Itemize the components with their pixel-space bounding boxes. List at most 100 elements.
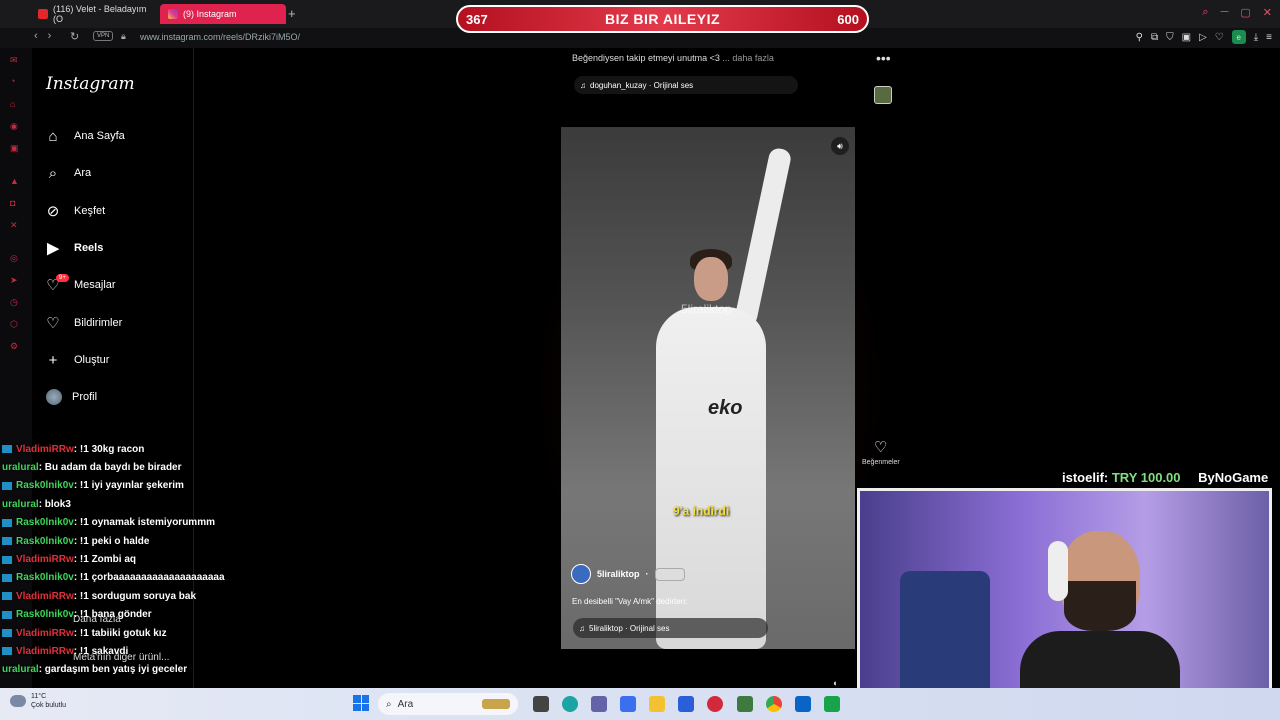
player-figure: eko [656, 146, 793, 649]
messenger-icon[interactable]: ✉ [10, 55, 18, 66]
history-icon[interactable]: ◔ [10, 76, 15, 86]
nav-label: Profil [72, 391, 98, 403]
teams-icon[interactable] [591, 696, 607, 712]
heart-icon[interactable]: ♡ [1215, 32, 1224, 43]
settings-icon[interactable]: ⚙ [10, 341, 18, 352]
search-icon: ⌕ [48, 164, 58, 182]
author-name[interactable]: 5liraliktop [597, 569, 640, 579]
chrome-icon[interactable] [766, 696, 782, 712]
volume-icon[interactable]: 🔊︎ [831, 137, 849, 155]
aria-icon[interactable]: ▲ [10, 176, 19, 186]
window-controls: ⌕ ─ ▢ ✕ [1202, 6, 1272, 19]
app-icon[interactable] [824, 696, 840, 712]
weather-widget[interactable]: 11°C Çok bulutlu [10, 692, 66, 710]
volume-icon[interactable]: ◖ [832, 678, 837, 688]
tab-instagram[interactable]: (9) Instagram [160, 4, 286, 24]
chat-text: : !1 sordugum soruya bak [73, 590, 197, 602]
search-highlight-icon [482, 699, 510, 709]
nav-create[interactable]: + Oluştur [44, 347, 110, 373]
youtube-icon [38, 9, 48, 19]
reels-icon: ▶ [47, 240, 59, 257]
menu-icon[interactable]: ≡ [1266, 32, 1272, 43]
store-icon[interactable] [678, 696, 694, 712]
snapshot-icon[interactable]: ⧉ [1151, 32, 1158, 43]
forward-icon[interactable]: › [48, 30, 52, 42]
x-icon[interactable]: ✕ [10, 220, 18, 231]
twitch-badge-icon [2, 481, 12, 490]
vpn-badge[interactable]: VPN [93, 31, 114, 41]
shield-icon[interactable]: ⛉ [1166, 32, 1174, 43]
clock-icon[interactable]: ◷ [10, 297, 18, 308]
follow-button[interactable]: Takip [654, 567, 685, 581]
twitch-badge-icon [2, 629, 12, 638]
back-icon[interactable]: ‹ [34, 30, 38, 42]
more-link[interactable]: ... daha fazla [722, 53, 774, 63]
nav-search[interactable]: ⌕ Ara [44, 160, 91, 186]
lock-icon[interactable]: 🔒︎ [121, 31, 126, 42]
twitch-badge-icon [2, 592, 12, 601]
twitch-badge-icon [2, 518, 12, 527]
search-icon[interactable]: ⌕ [1202, 6, 1208, 19]
minimize-icon[interactable]: ─ [1221, 6, 1229, 19]
task-view-icon[interactable] [533, 696, 549, 712]
avatar[interactable] [46, 389, 62, 405]
taskbar-search[interactable]: ⌕ Ara [378, 693, 518, 715]
tv-icon[interactable]: ▣ [10, 143, 19, 154]
nav-profile[interactable]: Profil [72, 384, 97, 410]
extension-e[interactable]: e [1231, 30, 1246, 44]
box-icon[interactable]: ▣ [1182, 32, 1191, 43]
nav-messages[interactable]: ♡ Mesajlar [44, 272, 115, 298]
nav-buttons: ‹ › [34, 30, 51, 42]
like-icon[interactable]: ♡ [874, 438, 887, 456]
likes-label: Beğenmeler [862, 459, 900, 466]
reel-audio-pill[interactable]: ♫ 5liraliktop · Orijinal ses [573, 618, 768, 638]
audio-label: 5liraliktop · Orijinal ses [589, 623, 670, 633]
nav-home[interactable]: ⌂ Ana Sayfa [44, 123, 125, 149]
author-avatar[interactable] [571, 564, 591, 584]
reload-icon[interactable]: ↻ [70, 30, 79, 43]
chat-icon[interactable]: ◉ [10, 121, 18, 132]
nav-notifications[interactable]: ♡ Bildirimler [44, 310, 122, 336]
donation-extra: ByNoGame [1198, 470, 1269, 485]
outlook-icon[interactable] [795, 696, 811, 712]
audio-thumbnail[interactable] [874, 86, 892, 104]
start-button[interactable] [353, 695, 369, 711]
chat-username: VladimiRRw [16, 554, 74, 566]
chat-text: : !1 Zombi aq [73, 554, 137, 566]
nav-reels[interactable]: ▶ Reels [44, 235, 103, 261]
tab-youtube[interactable]: (116) Velet - Beladayım (O [30, 4, 158, 24]
nav-explore[interactable]: ⊘ Keşfet [44, 198, 105, 224]
cloud-icon [10, 695, 26, 707]
twitch-badge-icon [2, 610, 12, 619]
cube-icon[interactable]: ⬡ [10, 319, 18, 330]
opera-icon[interactable] [707, 696, 723, 712]
bag-icon[interactable]: ⌂ [10, 99, 15, 109]
send-icon[interactable]: ➤ [10, 275, 18, 286]
nav-label: Ana Sayfa [74, 130, 125, 142]
twitch-badge-icon [2, 555, 12, 564]
instagram-logo[interactable]: Instagram [46, 74, 135, 94]
download-icon[interactable]: ⤓ [1254, 32, 1258, 43]
webcam-feed [857, 488, 1272, 716]
twitch-icon[interactable]: ◘ [10, 198, 15, 208]
edge-icon[interactable] [562, 696, 578, 712]
bookmark-icon[interactable]: ⚲ [1136, 32, 1143, 43]
url-field[interactable]: www.instagram.com/reels/DRziki7iM5O/ [140, 32, 300, 42]
app-icon[interactable] [737, 696, 753, 712]
chat-message: Rask0lnik0v: !1 oynamak istemiyorummm [2, 514, 302, 532]
close-icon[interactable]: ✕ [1263, 6, 1272, 19]
more-options-icon[interactable]: ••• [876, 50, 891, 66]
maximize-icon[interactable]: ▢ [1240, 6, 1250, 19]
folder-icon[interactable] [649, 696, 665, 712]
previous-audio-pill[interactable]: ♫ doguhan_kuzay · Orijinal ses [574, 76, 798, 94]
nav-label: Ara [74, 167, 92, 179]
reel-video[interactable]: eko 5liraliktop 9'a indirdi 🔊︎ 5liralikt… [561, 127, 855, 649]
chat-message: VladimiRRw: !1 sordugum soruya bak [2, 587, 302, 605]
copilot-icon[interactable] [620, 696, 636, 712]
play-icon[interactable]: ▷ [1199, 32, 1207, 43]
caption-text: Beğendiysen takip etmeyi unutma <3 [572, 53, 720, 63]
new-tab-button[interactable]: + [288, 6, 296, 21]
chat-username: Rask0lnik0v [16, 535, 74, 547]
chat-username: Rask0lnik0v [16, 480, 74, 492]
music-icon[interactable]: ◎ [10, 253, 18, 264]
